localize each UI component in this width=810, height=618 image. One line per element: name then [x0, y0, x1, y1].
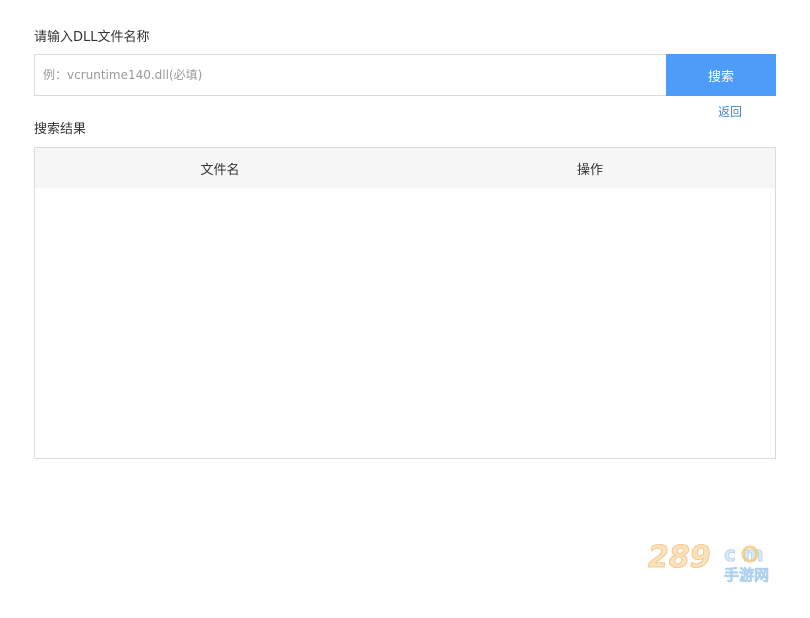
page: 请输入DLL文件名称 搜索 返回 搜索结果 文件名 操作 289 c m 手游网 — [0, 0, 810, 618]
search-input-container[interactable] — [34, 54, 666, 96]
search-input[interactable] — [35, 55, 666, 95]
table-header: 文件名 操作 — [35, 148, 775, 188]
column-header-actions: 操作 — [576, 162, 603, 178]
back-link[interactable]: 返回 — [718, 103, 742, 121]
search-label: 请输入DLL文件名称 — [34, 30, 150, 45]
column-header-filename: 文件名 — [200, 162, 240, 178]
table-body — [35, 188, 775, 458]
site-logo-watermark: 289 c m 手游网 — [648, 540, 770, 584]
results-table: 文件名 操作 — [34, 147, 776, 459]
search-button[interactable]: 搜索 — [666, 54, 776, 96]
results-label: 搜索结果 — [34, 122, 87, 137]
logo-number: 289 — [648, 540, 711, 575]
logo-subtitle: 手游网 — [724, 566, 769, 583]
